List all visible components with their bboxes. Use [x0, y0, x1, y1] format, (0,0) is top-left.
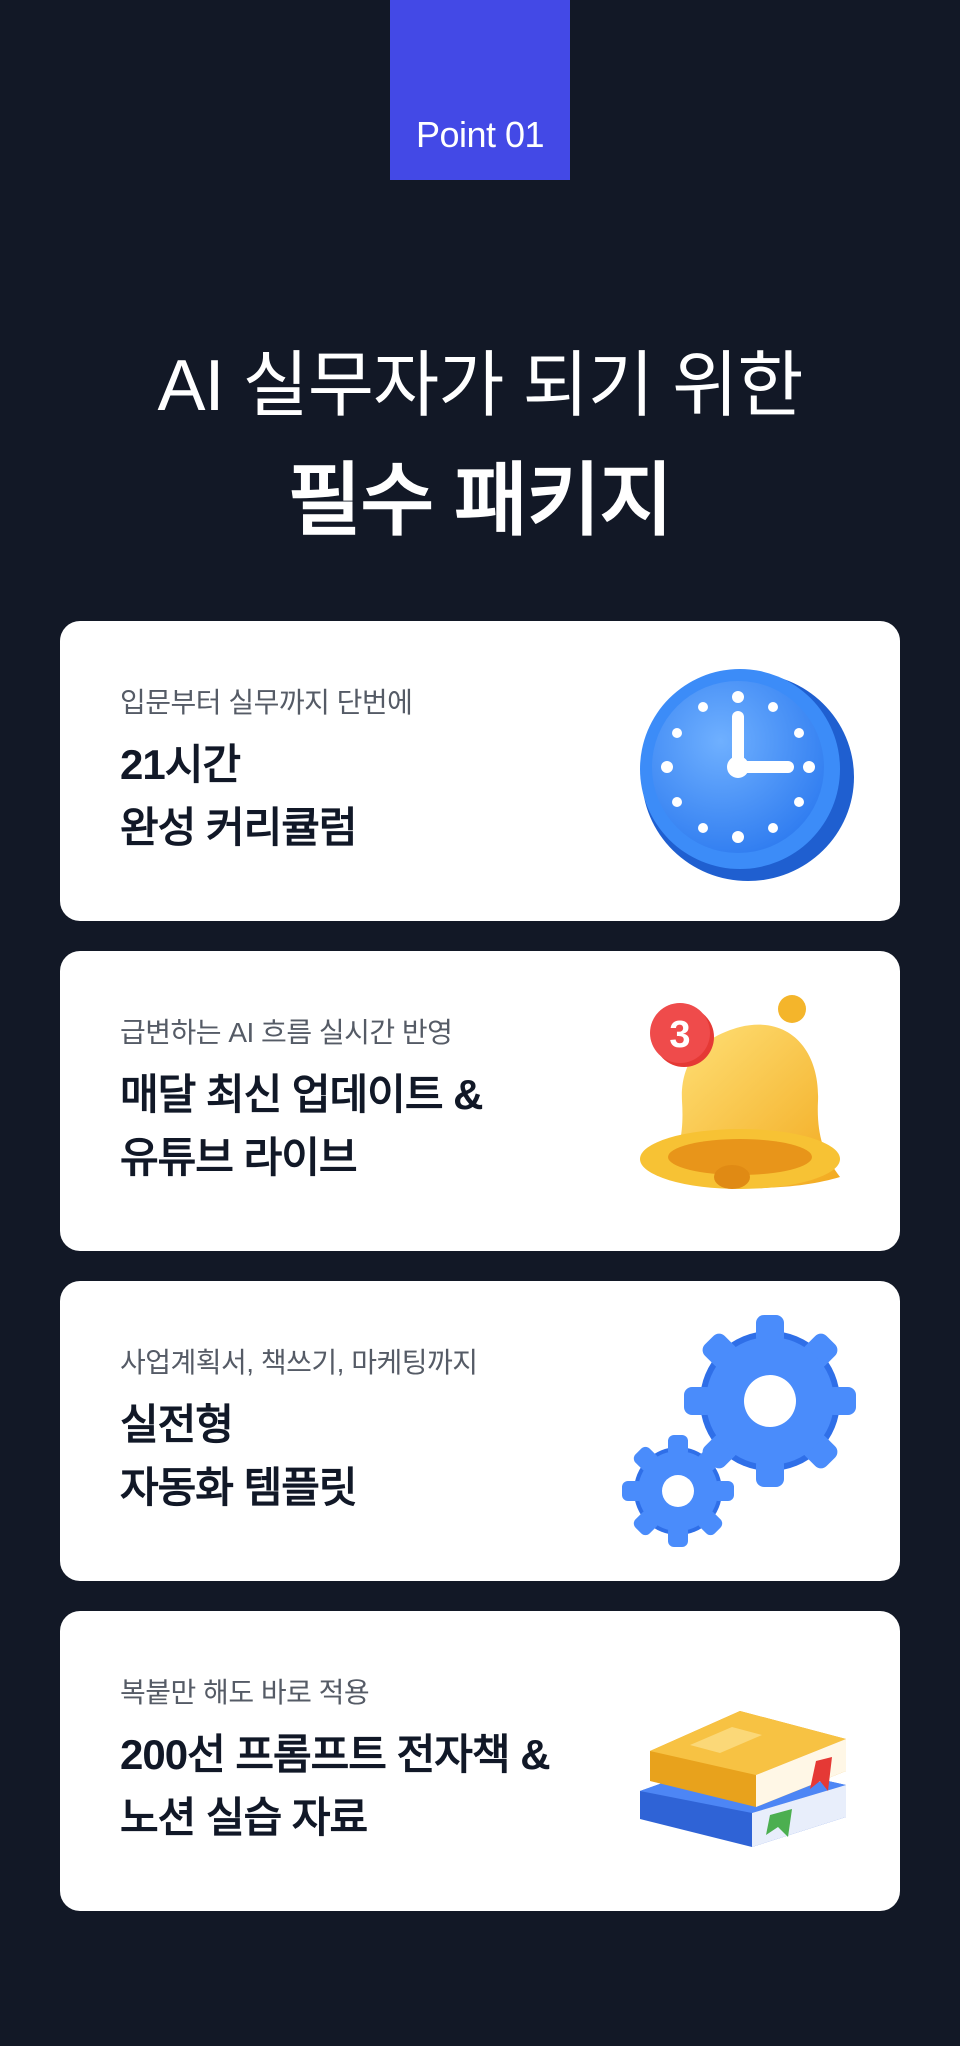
card-title-line-2: 자동화 템플릿 — [120, 1464, 358, 1511]
card-subtitle: 급변하는 AI 흐름 실시간 반영 — [120, 1017, 453, 1048]
feature-card-templates: 사업계획서, 책쓰기, 마케팅까지 실전형 자동화 템플릿 — [60, 1281, 900, 1581]
card-title-line-2: 완성 커리큘럼 — [120, 804, 358, 851]
card-subtitle: 사업계획서, 책쓰기, 마케팅까지 — [120, 1347, 478, 1378]
card-title-line-2: 유튜브 라이브 — [120, 1134, 358, 1181]
card-title-line-1: 21시간 — [120, 741, 241, 788]
card-title: 200선 프롬프트 전자책 & 노션 실습 자료 — [120, 1723, 551, 1849]
card-title: 매달 최신 업데이트 & 유튜브 라이브 — [120, 1063, 483, 1189]
clock-icon — [620, 651, 860, 891]
notification-count: 3 — [669, 1014, 690, 1056]
card-title: 실전형 자동화 템플릿 — [120, 1393, 358, 1519]
headline-line-1: AI 실무자가 되기 위한 — [157, 346, 804, 426]
card-title-line-1: 200선 프롬프트 전자책 & — [120, 1731, 551, 1778]
card-title-line-1: 실전형 — [120, 1401, 234, 1448]
gears-icon — [620, 1311, 860, 1551]
feature-card-updates: 급변하는 AI 흐름 실시간 반영 매달 최신 업데이트 & 유튜브 라이브 3 — [60, 951, 900, 1251]
point-badge: Point 01 — [390, 0, 570, 180]
feature-card-ebook: 복붙만 해도 바로 적용 200선 프롬프트 전자책 & 노션 실습 자료 — [60, 1611, 900, 1911]
headline-line-2: 필수 패키지 — [287, 456, 673, 545]
books-icon — [620, 1641, 860, 1881]
card-title-line-1: 매달 최신 업데이트 & — [120, 1071, 483, 1118]
feature-card-curriculum: 입문부터 실무까지 단번에 21시간 완성 커리큘럼 — [60, 621, 900, 921]
card-subtitle: 복붙만 해도 바로 적용 — [120, 1677, 370, 1708]
card-subtitle: 입문부터 실무까지 단번에 — [120, 687, 413, 718]
card-title: 21시간 완성 커리큘럼 — [120, 733, 358, 859]
bell-icon: 3 — [620, 981, 860, 1221]
point-badge-label: Point 01 — [415, 114, 545, 155]
card-title-line-2: 노션 실습 자료 — [120, 1794, 368, 1841]
